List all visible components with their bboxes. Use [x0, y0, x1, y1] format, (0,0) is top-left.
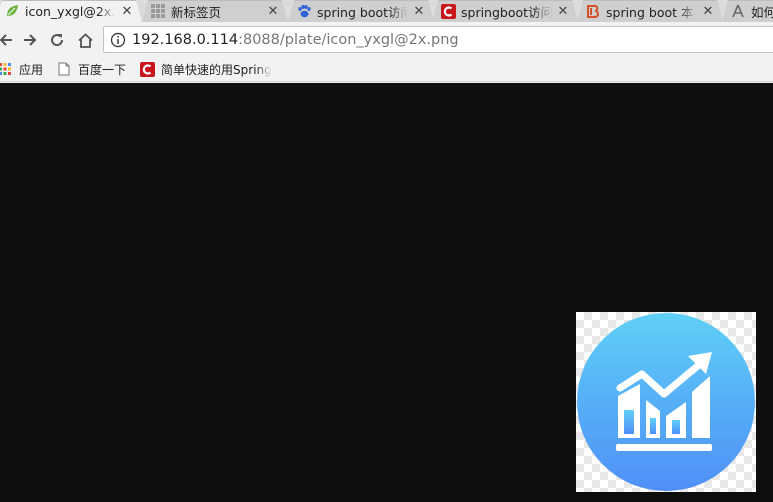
forward-arrow-icon[interactable]: [18, 28, 42, 52]
growth-chart-icon: [577, 313, 755, 491]
close-icon[interactable]: ✕: [701, 4, 715, 19]
page-icon: [56, 61, 72, 77]
baidu-paw-icon: [296, 3, 312, 19]
zhihu-icon: [730, 3, 746, 19]
tab-new-tab[interactable]: 新标签页 ✕: [142, 0, 288, 22]
bookmark-label: 百度一下: [78, 62, 127, 77]
spring-leaf-icon: [4, 3, 20, 19]
apps-grid-icon: [0, 61, 13, 77]
tab-zhihu[interactable]: 如何: [722, 0, 773, 22]
csdn-c-icon: [440, 3, 456, 19]
displayed-image: [576, 312, 756, 492]
info-icon[interactable]: [110, 32, 126, 48]
bookmarks-bar: 应用 百度一下 简单快速的用Spring: [0, 57, 773, 82]
close-icon[interactable]: ✕: [266, 4, 280, 19]
browser-chrome: icon_yxgl@2x.p ✕ 新标签页 ✕ spring boot访问 ✕ …: [0, 0, 773, 83]
bookmark-baidu[interactable]: 百度一下: [56, 61, 126, 78]
address-bar[interactable]: 192.168.0.114:8088/plate/icon_yxgl@2x.pn…: [103, 26, 773, 53]
bookmark-label: 简单快速的用Spring: [161, 62, 272, 77]
tab-spring-boot-baidu[interactable]: spring boot访问 ✕: [288, 0, 434, 22]
b-logo-icon: [585, 3, 601, 19]
bookmark-label: 应用: [19, 62, 44, 77]
close-icon[interactable]: ✕: [556, 4, 570, 19]
tab-strip: icon_yxgl@2x.p ✕ 新标签页 ✕ spring boot访问 ✕ …: [0, 0, 773, 22]
tab-springboot-csdn[interactable]: springboot访问 ✕: [432, 0, 578, 22]
toolbar: 192.168.0.114:8088/plate/icon_yxgl@2x.pn…: [0, 22, 773, 57]
tab-title: spring boot 本: [606, 4, 694, 20]
tab-title: springboot访问: [461, 4, 552, 20]
back-arrow-icon[interactable]: [0, 28, 18, 52]
tab-title: spring boot访问: [317, 4, 408, 20]
reload-icon[interactable]: [45, 28, 69, 52]
close-icon[interactable]: ✕: [120, 4, 134, 19]
tab-title: icon_yxgl@2x.p: [25, 3, 116, 19]
page-content: [0, 83, 773, 502]
url-path: :8088/plate/icon_yxgl@2x.png: [238, 31, 459, 48]
bookmark-apps[interactable]: 应用: [0, 61, 43, 78]
url-host: 192.168.0.114: [132, 31, 239, 48]
tab-icon-yxgl[interactable]: icon_yxgl@2x.p ✕: [0, 0, 142, 22]
close-icon[interactable]: ✕: [412, 4, 426, 19]
home-icon[interactable]: [73, 28, 97, 52]
csdn-c-icon: [139, 61, 155, 77]
tab-title: 新标签页: [171, 4, 222, 20]
grid-apps-icon: [150, 3, 166, 19]
tab-spring-boot-ben[interactable]: spring boot 本 ✕: [577, 0, 723, 22]
tab-title: 如何: [751, 4, 773, 20]
bookmark-csdn-spring[interactable]: 简单快速的用Spring: [139, 61, 272, 78]
